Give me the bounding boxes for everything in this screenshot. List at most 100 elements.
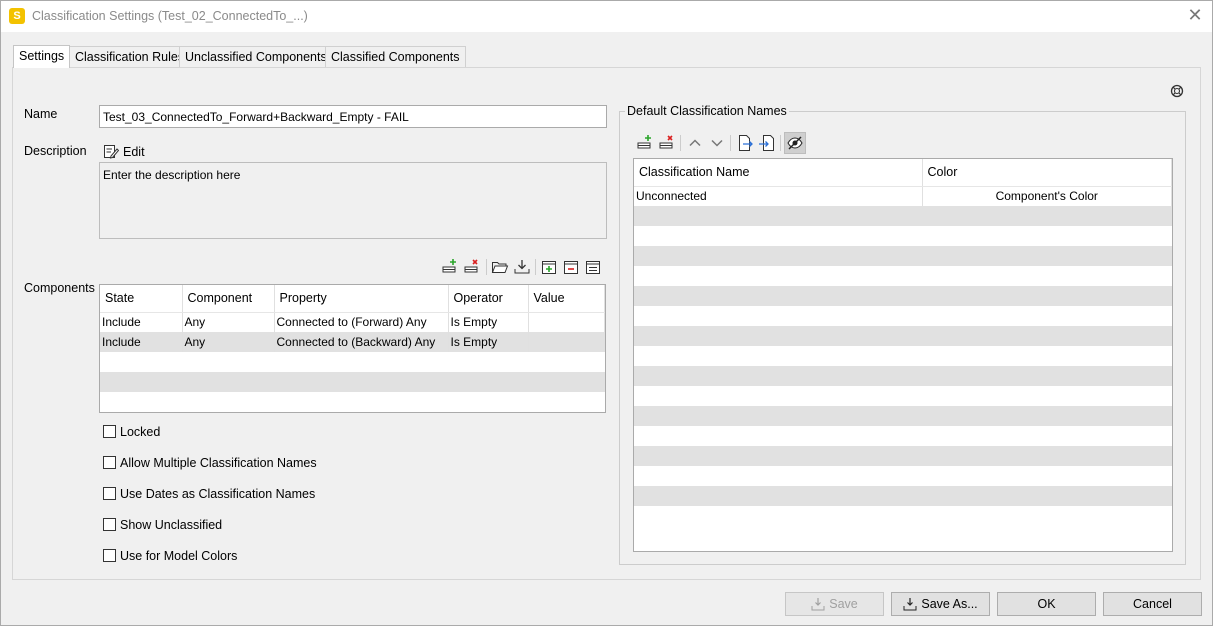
- help-icon[interactable]: [1170, 84, 1184, 98]
- checkbox-label: Allow Multiple Classification Names: [120, 456, 317, 470]
- save-button[interactable]: Save: [785, 592, 884, 616]
- tab-unclassified-components[interactable]: Unclassified Components: [179, 46, 333, 67]
- empty-row: [634, 406, 1172, 426]
- table-cell[interactable]: Component's Color: [922, 186, 1172, 206]
- checkbox-label: Show Unclassified: [120, 518, 223, 532]
- table-cell[interactable]: Is Empty: [448, 312, 529, 332]
- empty-row: [634, 446, 1172, 466]
- checkbox-box[interactable]: [103, 549, 116, 562]
- empty-row: [634, 306, 1172, 326]
- checkbox-box[interactable]: [103, 487, 116, 500]
- edit-icon: [104, 145, 120, 159]
- save-as-label: Save As...: [921, 597, 978, 611]
- empty-row: [634, 486, 1172, 506]
- window-title: Classification Settings (Test_02_Connect…: [32, 9, 308, 23]
- group-icon[interactable]: [584, 258, 602, 276]
- table-row[interactable]: Include Any Connected to (Backward) Any …: [100, 332, 605, 352]
- empty-row: [634, 286, 1172, 306]
- empty-row: [634, 266, 1172, 286]
- edit-description-button[interactable]: Edit: [103, 143, 145, 159]
- save-as-button[interactable]: Save As...: [891, 592, 990, 616]
- empty-row: [100, 392, 605, 412]
- model-colors-checkbox[interactable]: Use for Model Colors: [103, 549, 237, 563]
- name-input[interactable]: Test_03_ConnectedTo_Forward+Backward_Emp…: [99, 105, 607, 128]
- ok-button[interactable]: OK: [997, 592, 1096, 616]
- empty-row: [100, 352, 605, 372]
- tab-settings[interactable]: Settings: [13, 45, 71, 68]
- table-row[interactable]: Include Any Connected to (Forward) Any I…: [100, 312, 605, 332]
- table-cell[interactable]: [528, 332, 605, 352]
- column-header[interactable]: State: [100, 285, 183, 313]
- default-names-title: Default Classification Names: [625, 104, 789, 118]
- table-cell[interactable]: Is Empty: [448, 332, 529, 352]
- tab-classified-components[interactable]: Classified Components: [325, 46, 466, 67]
- table-cell[interactable]: Any: [182, 332, 275, 352]
- visibility-toggle[interactable]: [784, 132, 806, 154]
- empty-row: [634, 466, 1172, 486]
- description-textarea[interactable]: Enter the description here: [99, 162, 607, 239]
- edit-label: Edit: [123, 145, 145, 159]
- add-row-icon[interactable]: [441, 258, 459, 276]
- close-icon[interactable]: ✕: [1186, 6, 1204, 24]
- column-header[interactable]: Component: [182, 285, 275, 313]
- cancel-button[interactable]: Cancel: [1103, 592, 1202, 616]
- empty-row: [634, 246, 1172, 266]
- app-icon: S: [9, 8, 25, 24]
- add-name-icon[interactable]: [636, 134, 654, 152]
- components-label: Components: [24, 281, 95, 295]
- empty-row: [634, 346, 1172, 366]
- tab-classification-rules[interactable]: Classification Rules: [69, 46, 191, 67]
- column-header[interactable]: Property: [274, 285, 449, 313]
- locked-checkbox[interactable]: Locked: [103, 425, 160, 439]
- table-cell[interactable]: Include: [100, 332, 183, 352]
- description-label: Description: [24, 144, 87, 158]
- name-label: Name: [24, 107, 58, 121]
- table-cell[interactable]: Unconnected: [634, 186, 923, 206]
- checkbox-label: Use for Model Colors: [120, 549, 238, 563]
- table-cell[interactable]: [528, 312, 605, 332]
- remove-row-icon[interactable]: [463, 258, 481, 276]
- toolbar-separator: [780, 135, 781, 151]
- show-unclassified-checkbox[interactable]: Show Unclassified: [103, 518, 222, 532]
- checkbox-label: Locked: [120, 425, 161, 439]
- eye-hidden-icon: [787, 136, 803, 150]
- table-cell[interactable]: Connected to (Backward) Any: [274, 332, 449, 352]
- column-header[interactable]: Operator: [448, 285, 529, 313]
- table-cell[interactable]: Include: [100, 312, 183, 332]
- move-up-icon[interactable]: [686, 134, 704, 152]
- move-down-icon[interactable]: [708, 134, 726, 152]
- empty-row: [634, 426, 1172, 446]
- table-row[interactable]: Unconnected Component's Color: [634, 186, 1172, 206]
- export-icon[interactable]: [736, 134, 754, 152]
- save-icon: [811, 598, 825, 611]
- column-header[interactable]: Value: [528, 285, 605, 313]
- download-icon[interactable]: [513, 258, 531, 276]
- empty-row: [634, 326, 1172, 346]
- toolbar-separator: [486, 259, 487, 275]
- save-label: Save: [829, 597, 858, 611]
- title-bar: S Classification Settings (Test_02_Conne…: [1, 1, 1212, 32]
- open-folder-icon[interactable]: [491, 258, 509, 276]
- checkbox-box[interactable]: [103, 425, 116, 438]
- use-dates-checkbox[interactable]: Use Dates as Classification Names: [103, 487, 315, 501]
- table-header-row: Classification Name Color: [634, 159, 1172, 187]
- column-header[interactable]: Classification Name: [634, 159, 923, 187]
- empty-row: [634, 206, 1172, 226]
- column-header[interactable]: Color: [922, 159, 1172, 187]
- toolbar-separator: [730, 135, 731, 151]
- toolbar-separator: [680, 135, 681, 151]
- remove-name-icon[interactable]: [658, 134, 676, 152]
- empty-row: [634, 386, 1172, 406]
- checkbox-box[interactable]: [103, 518, 116, 531]
- allow-multiple-checkbox[interactable]: Allow Multiple Classification Names: [103, 456, 317, 470]
- checkbox-box[interactable]: [103, 456, 116, 469]
- import-icon[interactable]: [758, 134, 776, 152]
- toolbar-separator: [535, 259, 536, 275]
- remove-group-icon[interactable]: [562, 258, 580, 276]
- checkbox-label: Use Dates as Classification Names: [120, 487, 316, 501]
- table-cell[interactable]: Connected to (Forward) Any: [274, 312, 449, 332]
- table-header-row: State Component Property Operator Value: [100, 285, 605, 313]
- add-group-icon[interactable]: [540, 258, 558, 276]
- table-cell[interactable]: Any: [182, 312, 275, 332]
- dialog-window: S Classification Settings (Test_02_Conne…: [0, 0, 1213, 626]
